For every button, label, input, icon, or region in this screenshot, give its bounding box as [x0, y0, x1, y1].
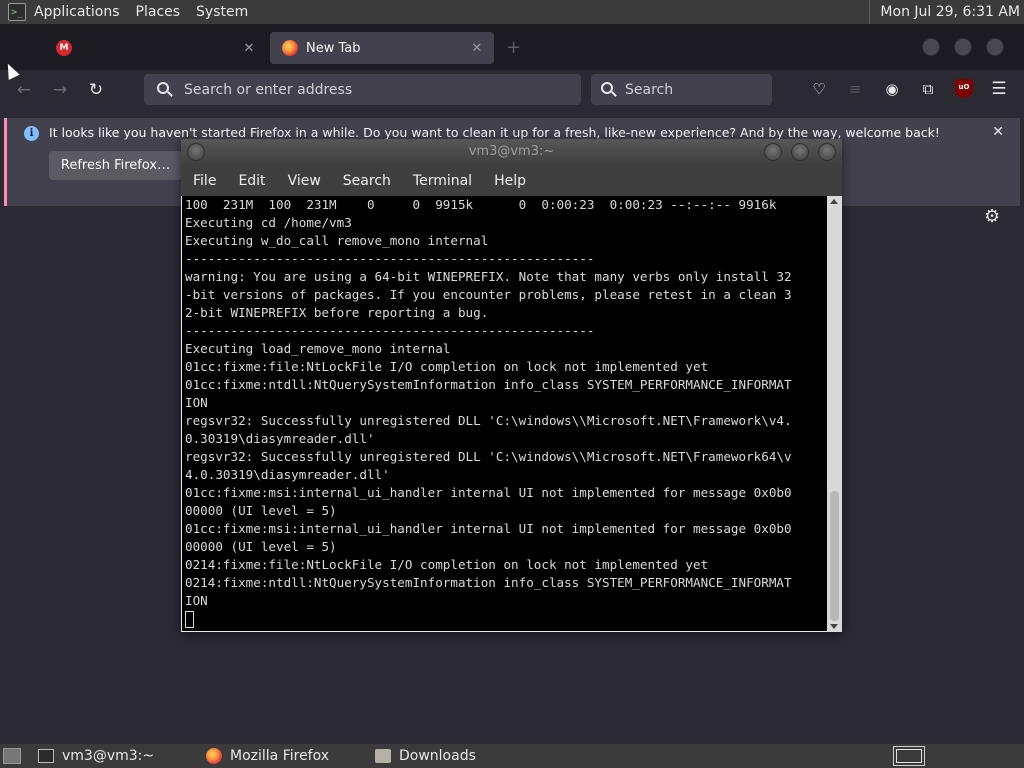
menu-search[interactable]: Search [332, 173, 402, 189]
menu-edit[interactable]: Edit [227, 173, 276, 189]
scroll-up-arrow-icon[interactable] [830, 199, 838, 204]
terminal-line: ION [185, 395, 208, 410]
panel-clock[interactable]: Mon Jul 29, 6:31 AM [869, 0, 1024, 24]
terminal-line: ----------------------------------------… [185, 251, 595, 266]
search-icon [600, 81, 618, 99]
close-button[interactable] [818, 143, 836, 161]
terminal-line: 00000 (UI level = 5) [185, 539, 337, 554]
taskbar-item-downloads[interactable]: Downloads [375, 744, 476, 768]
terminal-title: vm3@vm3:~ [468, 144, 555, 159]
firefox-icon [206, 748, 222, 764]
terminal-line: Executing load_remove_mono internal [185, 341, 451, 356]
terminal-prompt-line [185, 610, 827, 628]
menu-help[interactable]: Help [483, 173, 537, 189]
terminal-line: Executing w_do_call remove_mono internal [185, 233, 489, 248]
menu-view[interactable]: View [277, 173, 332, 189]
menu-file[interactable]: File [181, 173, 227, 189]
tab-mega[interactable]: M ✕ [44, 32, 266, 64]
account-icon[interactable]: ◉ [881, 78, 903, 100]
terminal-cursor [185, 611, 194, 628]
folder-icon [375, 749, 391, 763]
terminal-line: 2-bit WINEPREFIX before reporting a bug. [185, 305, 489, 320]
extensions-icon[interactable]: ⧉ [917, 78, 939, 100]
bottom-taskbar: vm3@vm3:~ Mozilla Firefox Downloads [0, 744, 1024, 768]
close-tab-icon[interactable]: ✕ [466, 41, 488, 56]
terminal-window: vm3@vm3:~ File Edit View Search Terminal… [181, 139, 842, 632]
ublock-origin-icon[interactable]: uO [953, 78, 975, 100]
menu-places[interactable]: Places [128, 0, 189, 24]
ublock-shield: uO [955, 79, 973, 98]
terminal-line: 01cc:fixme:ntdll:NtQuerySystemInformatio… [185, 377, 792, 392]
terminal-line: 0214:fixme:ntdll:NtQuerySystemInformatio… [185, 575, 792, 590]
workspace-1[interactable] [896, 749, 922, 763]
minimize-button[interactable] [922, 38, 940, 56]
show-desktop-button[interactable] [3, 748, 21, 764]
close-tab-icon[interactable]: ✕ [238, 41, 260, 56]
terminal-line: ION [185, 593, 208, 608]
new-tab-plus-icon[interactable]: + [506, 37, 521, 58]
workspace-switcher[interactable] [893, 746, 925, 766]
overflow-icon[interactable]: ≡ [844, 78, 866, 100]
maximize-button[interactable] [954, 38, 972, 56]
terminal-line: Executing cd /home/vm3 [185, 215, 352, 230]
menu-system[interactable]: System [188, 0, 256, 24]
firefox-icon [282, 40, 298, 56]
tab-bar: M ✕ New Tab ✕ + [0, 24, 1024, 70]
terminal-line: regsvr32: Successfully unregistered DLL … [185, 449, 792, 464]
terminal-line: 01cc:fixme:msi:internal_ui_handler inter… [185, 521, 792, 536]
navigation-toolbar: ← → ↻ Search or enter address Search ♡ ≡… [0, 70, 1024, 110]
tab-new-tab[interactable]: New Tab ✕ [270, 32, 494, 64]
maximize-button[interactable] [791, 143, 809, 161]
terminal-line: 0214:fixme:file:NtLockFile I/O completio… [185, 557, 709, 572]
terminal-icon [38, 749, 54, 763]
window-controls [922, 38, 1004, 56]
terminal-line: 00000 (UI level = 5) [185, 503, 337, 518]
pocket-icon[interactable]: ♡ [808, 78, 830, 100]
refresh-firefox-button[interactable]: Refresh Firefox… [49, 151, 182, 180]
scroll-down-arrow-icon[interactable] [830, 624, 838, 629]
taskbar-item-terminal[interactable]: vm3@vm3:~ [38, 744, 154, 768]
terminal-line: 0.30319\diasymreader.dll' [185, 431, 375, 446]
terminal-line: 100 231M 100 231M 0 0 9915k 0 0:00:23 0:… [185, 197, 777, 212]
scrollbar-thumb[interactable] [830, 491, 839, 621]
forward-arrow-icon[interactable]: → [48, 78, 72, 102]
info-icon: i [24, 126, 39, 141]
url-bar-placeholder: Search or enter address [184, 81, 353, 98]
gear-icon[interactable]: ⚙ [984, 208, 1002, 226]
terminal-titlebar[interactable]: vm3@vm3:~ [181, 139, 842, 166]
terminal-output[interactable]: 100 231M 100 231M 0 0 9915k 0 0:00:23 0:… [182, 196, 827, 631]
hamburger-menu-icon[interactable]: ☰ [988, 78, 1010, 100]
notification-message: It looks like you haven't started Firefo… [49, 125, 940, 140]
taskbar-item-label: Mozilla Firefox [230, 748, 330, 764]
top-panel: >_ Applications Places System Mon Jul 29… [0, 0, 1024, 24]
terminal-line: warning: You are using a 64-bit WINEPREF… [185, 269, 792, 284]
taskbar-item-firefox[interactable]: Mozilla Firefox [206, 744, 329, 768]
terminal-line: -bit versions of packages. If you encoun… [185, 287, 792, 302]
terminal-line: 01cc:fixme:file:NtLockFile I/O completio… [185, 359, 709, 374]
close-window-button[interactable] [986, 38, 1004, 56]
taskbar-item-label: vm3@vm3:~ [62, 748, 155, 764]
search-bar-placeholder: Search [625, 81, 674, 98]
back-arrow-icon[interactable]: ← [12, 78, 36, 102]
search-bar[interactable]: Search [591, 74, 772, 105]
tab-title: New Tab [306, 40, 361, 56]
terminal-line: regsvr32: Successfully unregistered DLL … [185, 413, 792, 428]
terminal-menubar: File Edit View Search Terminal Help [181, 166, 842, 196]
menu-applications[interactable]: Applications [32, 0, 128, 24]
taskbar-item-label: Downloads [399, 748, 476, 764]
reload-icon[interactable]: ↻ [84, 78, 108, 102]
minimize-button[interactable] [764, 143, 782, 161]
terminal-line: 4.0.30319\diasymreader.dll' [185, 467, 390, 482]
terminal-launcher-icon[interactable]: >_ [8, 3, 26, 21]
close-notification-icon[interactable]: ✕ [992, 124, 1004, 140]
terminal-scrollbar[interactable] [827, 196, 842, 632]
search-icon [156, 81, 174, 99]
menu-terminal[interactable]: Terminal [402, 173, 483, 189]
url-bar[interactable]: Search or enter address [144, 74, 581, 105]
terminal-line: ----------------------------------------… [185, 323, 595, 338]
mega-icon: M [56, 40, 72, 56]
terminal-line: 01cc:fixme:msi:internal_ui_handler inter… [185, 485, 792, 500]
